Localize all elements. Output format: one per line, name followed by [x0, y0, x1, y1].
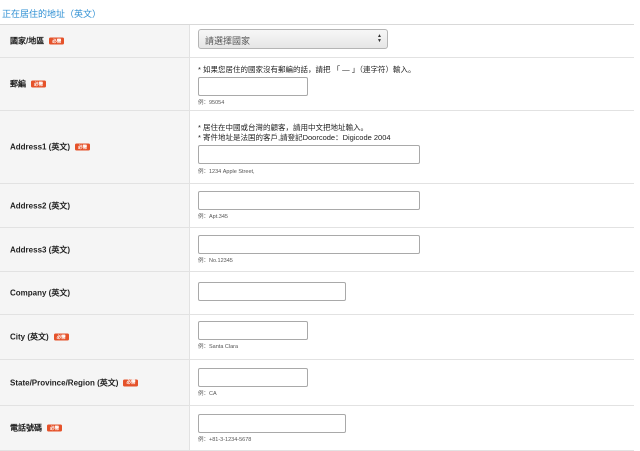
form-row-country: 國家/地區 必需 請選擇國家 ▲ ▼: [0, 25, 634, 58]
required-badge: 必需: [53, 333, 69, 341]
form-row-address2: Address2 (英文) 例：Apt.345: [0, 184, 634, 228]
country-select-value: 請選擇國家: [205, 36, 251, 46]
up-down-arrows-icon: ▲ ▼: [377, 33, 382, 44]
field-label: Address1 (英文): [10, 142, 71, 152]
address3-input[interactable]: [198, 235, 420, 254]
required-badge: 必需: [123, 379, 139, 386]
city-hint: 例：Santa Clara: [198, 344, 239, 350]
postal-input[interactable]: [198, 77, 308, 96]
state-hint: 例：CA: [198, 391, 217, 397]
address1-note: * 寄件地址是法国的客戶,請登記Doorcode：Digicode 2004: [198, 133, 391, 142]
city-input[interactable]: [198, 321, 308, 340]
section-title: 正在居住的地址（英文）: [2, 9, 102, 19]
form-row-phone: 電話號碼 必需 例：+81-3-1234-5678: [0, 406, 634, 451]
field-label: Address2 (英文): [10, 201, 71, 210]
form-row-postal: 郵編 必需 * 如果您居住的國家沒有郵編的話，請把 「 — 」（連字符）輸入。 …: [0, 58, 634, 111]
field-label: City (英文): [10, 332, 49, 342]
address2-input[interactable]: [198, 191, 420, 210]
required-badge: 必需: [49, 37, 65, 45]
address3-hint: 例：No.12345: [198, 258, 233, 264]
required-badge: 必需: [47, 424, 62, 432]
required-badge: 必需: [31, 80, 46, 88]
form-row-company: Company (英文): [0, 272, 634, 315]
address1-input[interactable]: [198, 145, 420, 164]
address1-hint: 例：1234 Apple Street,: [198, 169, 255, 175]
field-label: 郵編: [10, 79, 26, 89]
postal-note: * 如果您居住的國家沒有郵編的話，請把 「 — 」（連字符）輸入。: [198, 65, 416, 74]
phone-input[interactable]: [198, 414, 346, 433]
address1-note: * 居住在中國或台灣的顧客，請用中文把地址輸入。: [198, 123, 369, 132]
form-row-address3: Address3 (英文) 例：No.12345: [0, 228, 634, 272]
form-row-address1: Address1 (英文) 必需 * 居住在中國或台灣的顧客，請用中文把地址輸入…: [0, 111, 634, 184]
field-label: State/Province/Region (英文): [10, 378, 119, 387]
required-badge: 必需: [75, 143, 91, 151]
postal-hint: 例：95054: [198, 100, 225, 106]
state-input[interactable]: [198, 368, 308, 387]
field-label: Company (英文): [10, 288, 70, 298]
form-row-state: State/Province/Region (英文) 必需 例：CA: [0, 360, 634, 406]
address-form: 國家/地區 必需 請選擇國家 ▲ ▼ 郵編 必需 * 如果您居住的國家沒有郵編的話…: [0, 25, 634, 451]
phone-hint: 例：+81-3-1234-5678: [198, 437, 252, 443]
company-input[interactable]: [198, 282, 346, 301]
field-label: Address3 (英文): [10, 245, 71, 254]
label-cell: 國家/地區 必需: [0, 25, 190, 57]
country-select[interactable]: 請選擇國家 ▲ ▼: [198, 29, 388, 49]
field-label: 國家/地區: [10, 36, 45, 46]
field-label: 電話號碼: [10, 423, 42, 433]
form-row-city: City (英文) 必需 例：Santa Clara: [0, 315, 634, 360]
address2-hint: 例：Apt.345: [198, 214, 228, 220]
